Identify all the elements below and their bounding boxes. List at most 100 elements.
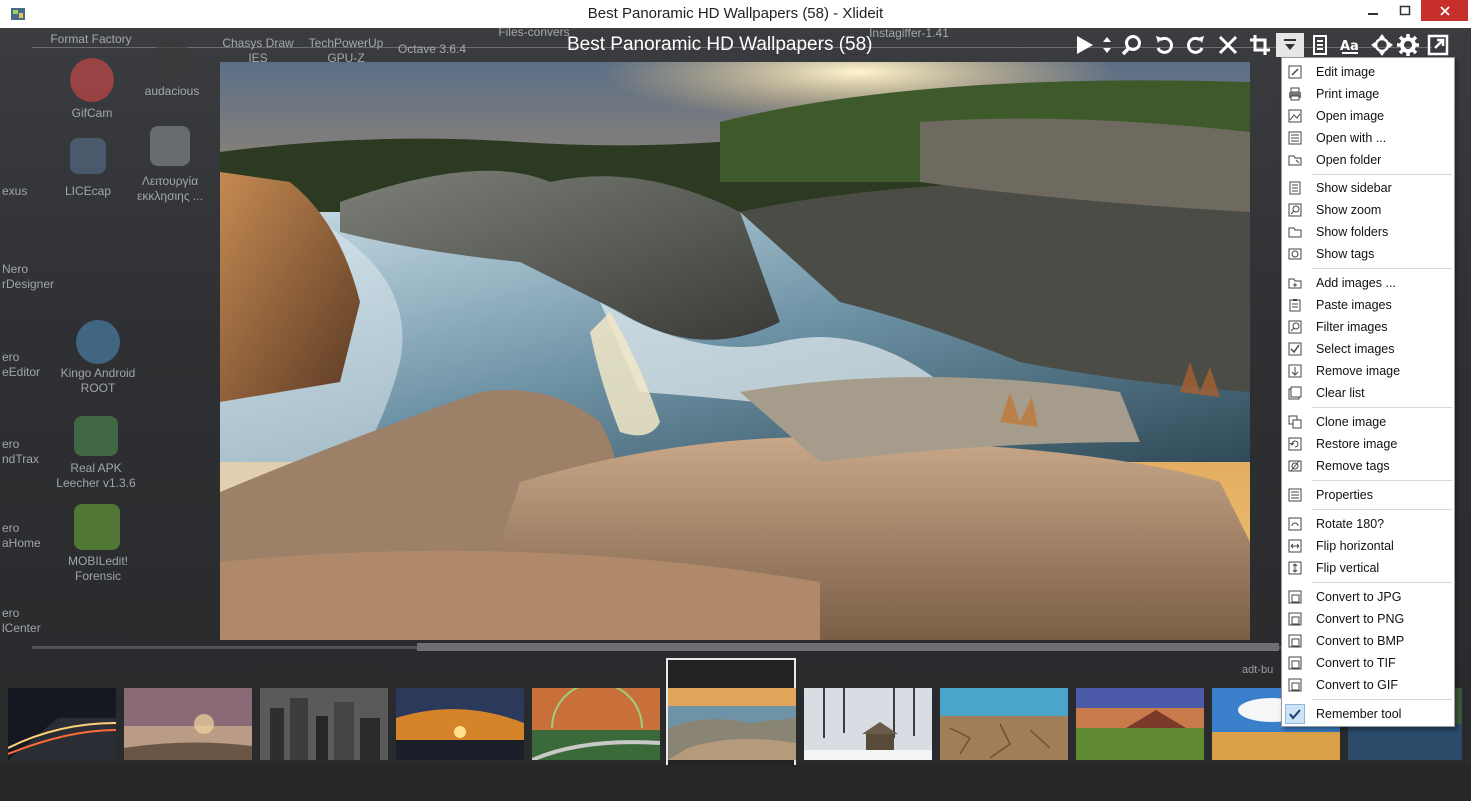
- menu-item-paste-images[interactable]: Paste images: [1282, 294, 1454, 316]
- desktop-label-nero-center: ero lCenter: [2, 606, 41, 635]
- check-icon: [1288, 707, 1302, 721]
- menu-item-restore-image[interactable]: Restore image: [1282, 433, 1454, 455]
- menu-item-open-image[interactable]: Open image: [1282, 105, 1454, 127]
- move-button[interactable]: [1370, 33, 1394, 57]
- move-icon: [1371, 34, 1393, 56]
- menu-item-label: Convert to BMP: [1316, 634, 1405, 648]
- menu-item-label: Remove image: [1316, 364, 1401, 378]
- minimize-button[interactable]: [1360, 0, 1386, 21]
- menu-item-label: Add images ...: [1316, 276, 1396, 290]
- context-menu: Edit image Print image Open image Open w…: [1281, 57, 1455, 727]
- menu-item-open-folder[interactable]: Open folder: [1282, 149, 1454, 171]
- paste-icon: [1288, 298, 1302, 312]
- flip-horizontal-icon: [1288, 539, 1302, 553]
- desktop-label-real-apk: Real APK Leecher v1.3.6: [56, 461, 136, 490]
- open-with-icon: [1288, 131, 1302, 145]
- real-apk-app-icon: [74, 416, 118, 456]
- menu-item-label: Clone image: [1316, 415, 1387, 429]
- menu-item-convert-png[interactable]: Convert to PNG: [1282, 608, 1454, 630]
- menu-item-convert-jpg[interactable]: Convert to JPG: [1282, 586, 1454, 608]
- chevron-down-icon: [1284, 39, 1296, 50]
- restore-icon: [1288, 437, 1302, 451]
- menu-item-clone-image[interactable]: Clone image: [1282, 411, 1454, 433]
- thumbnail-sunset-clouds[interactable]: [396, 688, 524, 760]
- thumbnail-river-rocks[interactable]: [668, 688, 796, 760]
- menu-dropdown-button[interactable]: [1276, 33, 1304, 57]
- maximize-button[interactable]: [1392, 0, 1418, 21]
- menu-item-label: Remove tags: [1316, 459, 1390, 473]
- clear-list-icon: [1288, 386, 1302, 400]
- menu-item-clear-list[interactable]: Clear list: [1282, 382, 1454, 404]
- menu-item-label: Show tags: [1316, 247, 1375, 261]
- menu-item-convert-tif[interactable]: Convert to TIF: [1282, 652, 1454, 674]
- menu-item-remember-tool[interactable]: Remember tool: [1282, 703, 1454, 725]
- menu-item-flip-horizontal[interactable]: Flip horizontal: [1282, 535, 1454, 557]
- desktop-label-licecap: LICEcap: [64, 184, 112, 198]
- settings-button[interactable]: [1396, 33, 1420, 57]
- menu-item-flip-vertical[interactable]: Flip vertical: [1282, 557, 1454, 579]
- menu-item-filter-images[interactable]: Filter images: [1282, 316, 1454, 338]
- menu-item-add-images[interactable]: Add images ...: [1282, 272, 1454, 294]
- desktop-label-instagiffer: Instagiffer-1.41: [869, 26, 949, 40]
- main-image[interactable]: [220, 62, 1250, 640]
- desktop-label-kingo: Kingo Android ROOT: [60, 366, 136, 395]
- thumbnail-snow-cabin[interactable]: [804, 688, 932, 760]
- fullscreen-button[interactable]: [1426, 33, 1450, 57]
- menu-item-label: Open with ...: [1316, 131, 1387, 145]
- sort-icon: [1103, 37, 1111, 53]
- menu-item-properties[interactable]: Properties: [1282, 484, 1454, 506]
- menu-item-show-tags[interactable]: Show tags: [1282, 243, 1454, 265]
- play-button[interactable]: [1072, 33, 1096, 57]
- close-window-button[interactable]: [1421, 0, 1468, 21]
- thumbnail-night-road[interactable]: [8, 688, 116, 760]
- desktop-label-audacious: audacious: [144, 84, 200, 98]
- audacious-app-icon: [152, 40, 192, 80]
- close-icon: [1218, 35, 1238, 55]
- menu-item-show-sidebar[interactable]: Show sidebar: [1282, 177, 1454, 199]
- add-images-icon: [1288, 276, 1302, 290]
- menu-item-label: Select images: [1316, 342, 1395, 356]
- thumbnail-cracked-desert[interactable]: [940, 688, 1068, 760]
- thumbnail-beach-sunset[interactable]: [124, 688, 252, 760]
- thumbnail-scrollbar-thumb[interactable]: [417, 643, 1279, 651]
- menu-separator: [1312, 407, 1452, 408]
- river-rocks-photo: [220, 62, 1250, 640]
- licecap-app-icon: [70, 138, 106, 174]
- text-size-button[interactable]: Aa: [1338, 33, 1362, 57]
- flip-vertical-icon: [1288, 561, 1302, 575]
- menu-item-convert-bmp[interactable]: Convert to BMP: [1282, 630, 1454, 652]
- zoom-button[interactable]: [1120, 33, 1144, 57]
- desktop-label-nero-designer: Nero rDesigner: [2, 262, 55, 291]
- menu-separator: [1312, 699, 1452, 700]
- close-viewer-button[interactable]: [1216, 33, 1240, 57]
- menu-item-open-with[interactable]: Open with ...: [1282, 127, 1454, 149]
- menu-item-label: Convert to TIF: [1316, 656, 1396, 670]
- menu-item-convert-gif[interactable]: Convert to GIF: [1282, 674, 1454, 696]
- convert-png-icon: [1288, 612, 1302, 626]
- rotate-180-icon: [1288, 517, 1302, 531]
- menu-item-show-zoom[interactable]: Show zoom: [1282, 199, 1454, 221]
- menu-item-select-images[interactable]: Select images: [1282, 338, 1454, 360]
- menu-item-print-image[interactable]: Print image: [1282, 83, 1454, 105]
- desktop-label-adt: adt-bu: [1242, 664, 1274, 676]
- menu-item-remove-tags[interactable]: Remove tags: [1282, 455, 1454, 477]
- list-button[interactable]: [1308, 33, 1332, 57]
- menu-item-label: Convert to JPG: [1316, 590, 1402, 604]
- menu-item-remove-image[interactable]: Remove image: [1282, 360, 1454, 382]
- menu-item-rotate-180[interactable]: Rotate 180?: [1282, 513, 1454, 535]
- thumbnail-rainbow-road[interactable]: [532, 688, 660, 760]
- rotate-left-button[interactable]: [1152, 33, 1176, 57]
- sidebar-icon: [1288, 181, 1302, 195]
- close-icon: [1439, 5, 1450, 16]
- crop-button[interactable]: [1248, 33, 1272, 57]
- menu-item-edit-image[interactable]: Edit image: [1282, 61, 1454, 83]
- thumbnail-pier-sunset[interactable]: [1076, 688, 1204, 760]
- menu-separator: [1312, 509, 1452, 510]
- thumbnail-city-skyline[interactable]: [260, 688, 388, 760]
- church-app-icon: [150, 126, 190, 166]
- rotate-right-button[interactable]: [1184, 33, 1208, 57]
- menu-item-show-folders[interactable]: Show folders: [1282, 221, 1454, 243]
- maximize-icon: [1399, 5, 1411, 15]
- sort-button[interactable]: [1100, 33, 1114, 57]
- select-icon: [1288, 342, 1302, 356]
